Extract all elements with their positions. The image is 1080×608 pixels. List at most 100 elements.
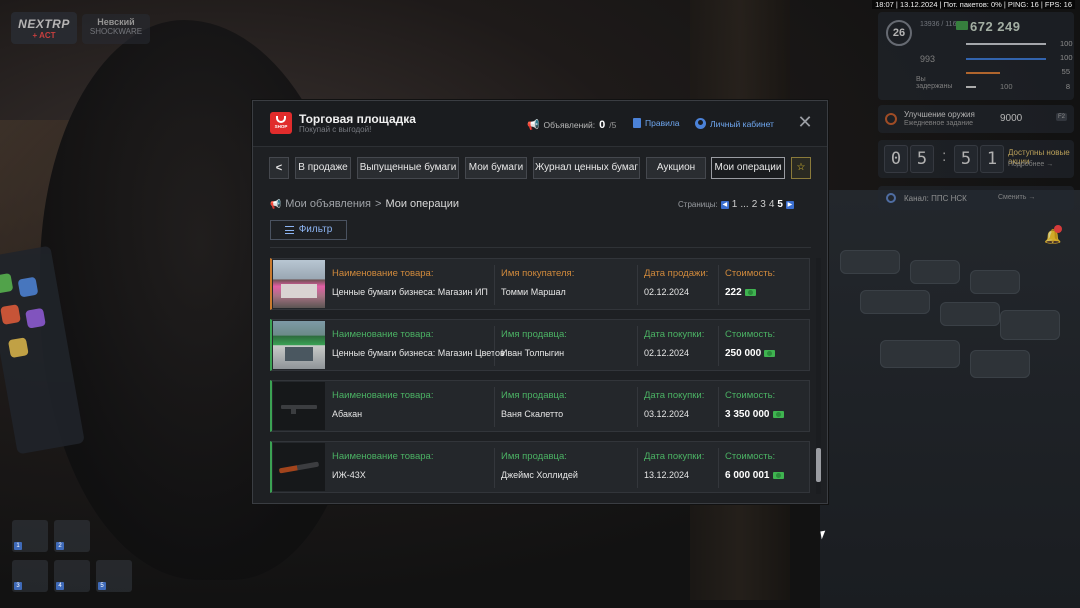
promo-more-link[interactable]: Подробнее → xyxy=(1008,161,1053,168)
party-name: Ваня Скалетто xyxy=(501,409,564,419)
quest-title: Улучшение оружия xyxy=(904,110,975,119)
phone-app-icon xyxy=(7,337,29,359)
weapon-slot: 1 xyxy=(12,520,48,552)
operation-row[interactable]: Наименование товара: Ценные бумаги бизнес… xyxy=(270,319,810,371)
health-bar xyxy=(966,43,1046,45)
filter-button[interactable]: Фильтр xyxy=(270,220,347,240)
date-label: Дата покупки: xyxy=(644,390,705,401)
price-label: Стоимость: xyxy=(725,268,776,279)
pagination: Страницы: ◀ 1 ... 2 3 4 5 ▶ xyxy=(678,199,794,210)
tab-my-papers[interactable]: Мои бумаги xyxy=(465,157,527,179)
hunger-value: 55 xyxy=(1061,67,1070,76)
item-label: Наименование товара: xyxy=(332,390,434,401)
phone-app-icon xyxy=(0,272,14,294)
page-link[interactable]: 4 xyxy=(769,199,775,210)
tab-issued-papers[interactable]: Выпущенные бумаги xyxy=(357,157,459,179)
stat-bottom-value: 100 xyxy=(1000,82,1013,91)
page-link-current[interactable]: 5 xyxy=(777,199,783,210)
armor-bar xyxy=(966,58,1046,60)
item-name: Ценные бумаги бизнеса: Магазин Цветов xyxy=(332,348,505,358)
item-thumbnail xyxy=(273,443,325,491)
tab-for-sale[interactable]: В продаже xyxy=(295,157,351,179)
item-label: Наименование товара: xyxy=(332,268,434,279)
promo-timer[interactable]: 0 5 : Доступны новые акции Подробнее → 5… xyxy=(878,140,1074,178)
money-balance: 672 249 xyxy=(970,19,1021,34)
wanted-status: Вы задержаны xyxy=(916,76,953,90)
breadcrumb-current: Мои операции xyxy=(385,198,460,210)
marketplace-window: SHOP Торговая площадка Покупай с выгодой… xyxy=(252,100,828,504)
channel-change-link[interactable]: Сменить → xyxy=(998,194,1035,201)
phone-app-icon xyxy=(17,276,39,298)
level-badge: 26 xyxy=(886,20,912,46)
operations-list: Наименование товара: Ценные бумаги бизнес… xyxy=(270,258,811,494)
item-name: Абакан xyxy=(332,409,363,419)
tab-securities-journal[interactable]: Журнал ценных бумаг xyxy=(533,157,640,179)
item-thumbnail xyxy=(273,321,325,369)
tab-my-operations[interactable]: Мои операции xyxy=(711,157,785,179)
item-thumbnail xyxy=(273,382,325,430)
filter-label: Фильтр xyxy=(298,224,333,235)
window-subtitle: Покупай с выгодой! xyxy=(299,125,372,134)
page-ellipsis: ... xyxy=(740,199,749,210)
phone-app-icon xyxy=(25,307,46,329)
ads-count: 0 xyxy=(599,119,606,131)
close-button[interactable]: ✕ xyxy=(797,113,813,131)
quest-subtitle: Ежедневное задание xyxy=(904,120,973,127)
server-name-badge: Невский SHOCKWARE xyxy=(82,14,150,44)
daily-quest[interactable]: Улучшение оружия Ежедневное задание 9000… xyxy=(878,105,1074,133)
megaphone-icon: 📢 xyxy=(527,119,540,131)
list-scrollbar[interactable] xyxy=(816,258,821,494)
party-label: Имя покупателя: xyxy=(501,268,575,279)
server-logo-subtext: + ACT xyxy=(32,30,56,40)
timer-digit: 1 xyxy=(980,145,1004,173)
item-name: Ценные бумаги бизнеса: Магазин ИП xyxy=(332,287,488,297)
money-icon xyxy=(772,411,784,418)
party-name: Иван Толпыгин xyxy=(501,348,565,358)
favorites-star-button[interactable]: ☆ xyxy=(791,157,811,179)
breadcrumb-separator: > xyxy=(375,198,382,210)
server-logo: NEXTRP + ACT xyxy=(11,12,77,44)
quest-icon xyxy=(885,113,897,125)
item-name: ИЖ-43Х xyxy=(332,470,366,480)
quest-reward: 9000 xyxy=(1000,113,1023,124)
background-keypad xyxy=(820,190,1080,608)
weapon-slot: 4 xyxy=(54,560,90,592)
ads-label: Объявлений: xyxy=(543,120,596,130)
prev-page-button[interactable]: ◀ xyxy=(720,200,729,209)
window-header: SHOP Торговая площадка Покупай с выгодой… xyxy=(253,101,827,147)
page-link[interactable]: 3 xyxy=(760,199,766,210)
date-label: Дата продажи: xyxy=(644,268,709,279)
date-label: Дата покупки: xyxy=(644,451,705,462)
radio-channel[interactable]: Канал: ППС НСК Сменить → xyxy=(878,186,1074,210)
price-value: 3 350 000 xyxy=(725,409,770,420)
ads-counter: 📢 Объявлений: 0 /5 xyxy=(527,119,616,131)
operation-row[interactable]: Наименование товара: Абакан Имя продавца:… xyxy=(270,380,810,432)
weapon-slot: 3 xyxy=(12,560,48,592)
health-value: 100 xyxy=(1060,39,1073,48)
operation-row[interactable]: Наименование товара: Ценные бумаги бизнес… xyxy=(270,258,810,310)
back-button[interactable]: < xyxy=(269,157,289,179)
page-link[interactable]: 1 xyxy=(732,199,738,210)
personal-cabinet-link[interactable]: Личный кабинет xyxy=(695,118,774,129)
page-link[interactable]: 2 xyxy=(752,199,758,210)
hunger-bar xyxy=(966,72,1000,74)
date-label: Дата покупки: xyxy=(644,329,705,340)
next-page-button[interactable]: ▶ xyxy=(785,200,794,209)
breadcrumb-parent[interactable]: Мои объявления xyxy=(285,198,371,210)
tab-auction[interactable]: Аукцион xyxy=(646,157,706,179)
phone-app-icon xyxy=(0,304,21,325)
party-label: Имя продавца: xyxy=(501,390,567,401)
rules-link[interactable]: Правила xyxy=(633,118,680,128)
timer-digit: 5 xyxy=(954,145,978,173)
price-value: 6 000 001 xyxy=(725,470,770,481)
operation-date: 02.12.2024 xyxy=(644,348,690,358)
shop-logo-label: SHOP xyxy=(274,123,288,129)
price-label: Стоимость: xyxy=(725,451,776,462)
scrollbar-thumb[interactable] xyxy=(816,448,821,482)
price-label: Стоимость: xyxy=(725,329,776,340)
price-label: Стоимость: xyxy=(725,390,776,401)
megaphone-icon: 📢 xyxy=(270,198,282,209)
radio-icon xyxy=(886,193,896,203)
operation-row[interactable]: Наименование товара: ИЖ-43Х Имя продавца:… xyxy=(270,441,810,493)
user-icon xyxy=(695,118,706,129)
